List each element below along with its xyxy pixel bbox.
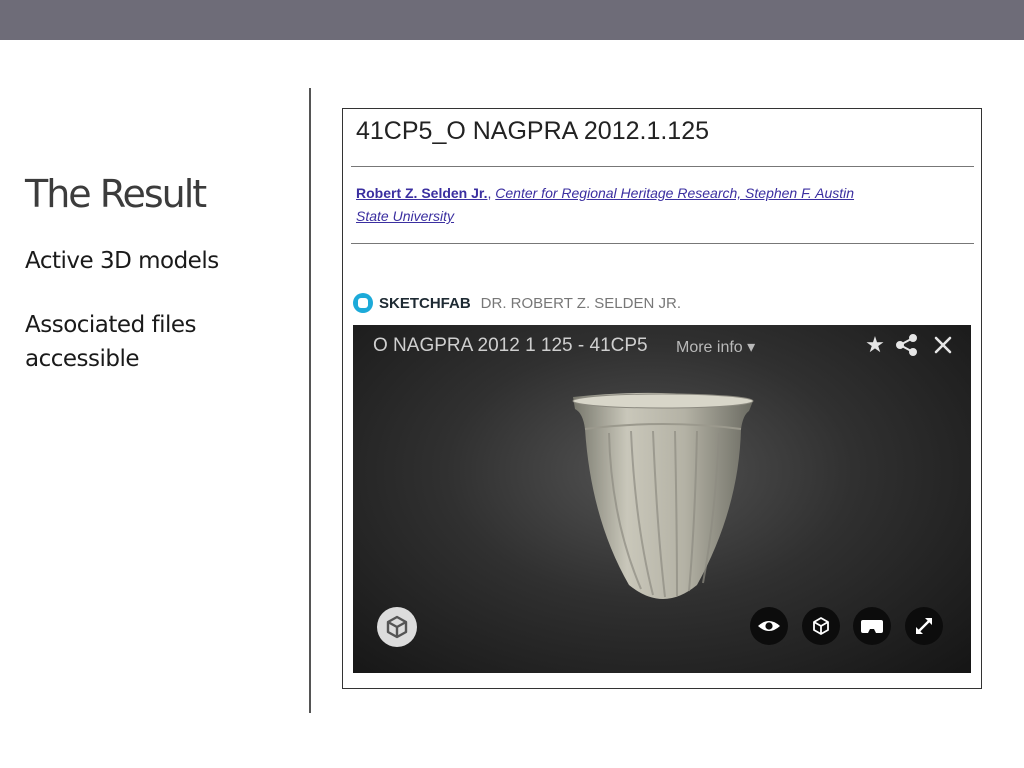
- sketchfab-logo-icon[interactable]: [377, 607, 417, 647]
- more-info-button[interactable]: More info ▾: [676, 337, 755, 357]
- separator: [351, 166, 974, 167]
- bullet-list: Active 3D models Associated files access…: [25, 244, 295, 406]
- record-screenshot: 41CP5_O NAGPRA 2012.1.125 Robert Z. Seld…: [342, 108, 982, 689]
- author-link[interactable]: Robert Z. Selden Jr.: [356, 185, 487, 201]
- sketchfab-brand[interactable]: SKETCHFAB: [379, 295, 471, 312]
- record-title: 41CP5_O NAGPRA 2012.1.125: [356, 117, 710, 145]
- vr-headset-icon[interactable]: [853, 607, 891, 645]
- model-title[interactable]: O NAGPRA 2012 1 125 - 41CP5: [373, 335, 648, 357]
- model-viewer[interactable]: O NAGPRA 2012 1 125 - 41CP5 More info ▾ …: [353, 325, 971, 673]
- separator: [351, 243, 974, 244]
- vessel-model[interactable]: [565, 389, 761, 607]
- sketchfab-header: SKETCHFAB DR. ROBERT Z. SELDEN JR.: [353, 292, 681, 314]
- fullscreen-icon[interactable]: [905, 607, 943, 645]
- eye-icon[interactable]: [750, 607, 788, 645]
- star-icon[interactable]: ★: [861, 331, 889, 359]
- sketchfab-logo-icon[interactable]: [353, 293, 373, 313]
- close-icon[interactable]: [929, 331, 957, 359]
- bullet-item: Active 3D models: [25, 248, 219, 274]
- bullet-item: Associated files accessible: [25, 312, 197, 372]
- slide-title: The Result: [25, 172, 207, 216]
- cube-icon[interactable]: [802, 607, 840, 645]
- vertical-divider: [309, 88, 311, 713]
- top-bar: [0, 0, 1024, 40]
- sketchfab-author[interactable]: DR. ROBERT Z. SELDEN JR.: [481, 295, 681, 312]
- record-credit: Robert Z. Selden Jr., Center for Regiona…: [356, 185, 855, 224]
- share-icon[interactable]: [893, 331, 921, 359]
